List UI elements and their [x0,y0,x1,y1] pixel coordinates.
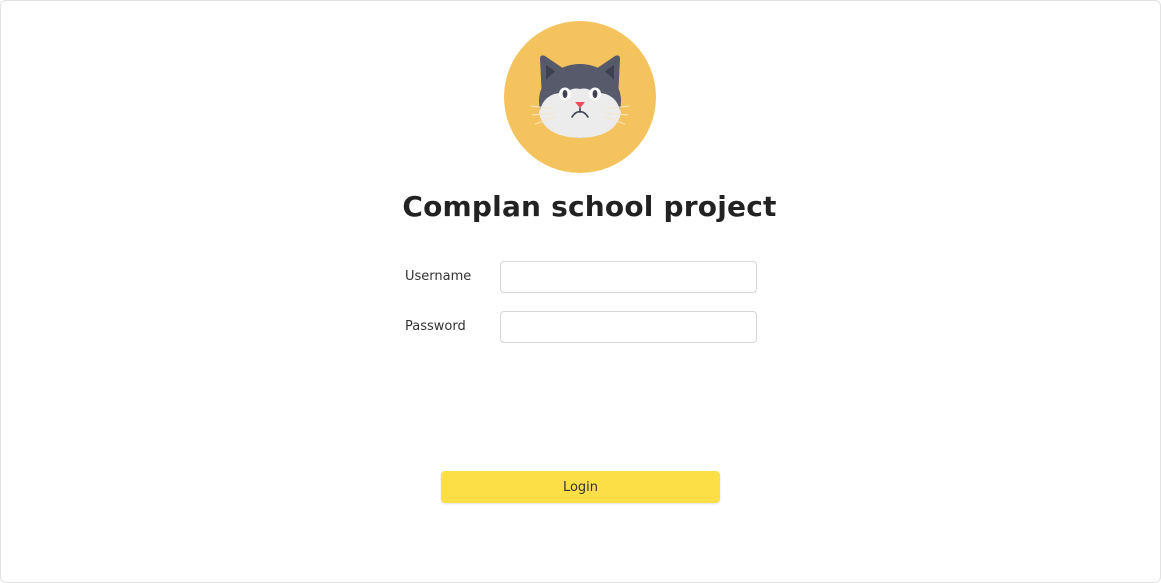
login-button[interactable]: Login [441,471,720,503]
password-label: Password [405,319,466,334]
username-label: Username [405,269,472,284]
username-input[interactable] [500,261,757,293]
page-title: Complan school project [402,190,777,223]
cat-logo-icon [504,21,656,173]
login-window: Complan school project Username Password… [0,0,1161,583]
password-input[interactable] [500,311,757,343]
